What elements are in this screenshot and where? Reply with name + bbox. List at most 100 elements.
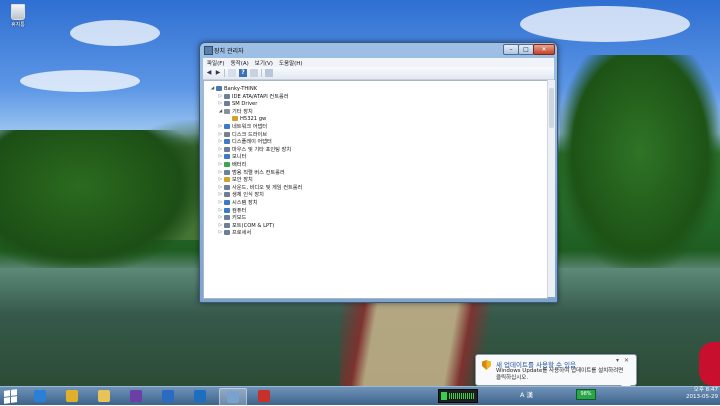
window-title: 장치 관리자 — [214, 48, 244, 55]
tree-node[interactable]: ▷ 범용 직렬 버스 컨트롤러 — [218, 169, 285, 176]
tree-node[interactable]: ▷ 프로세서 — [218, 229, 251, 236]
tree-node[interactable]: ▷ 배터리 — [218, 161, 246, 168]
system-clock[interactable]: 오후 8:47 2013-05-29 — [674, 387, 718, 401]
tree-node[interactable]: ▷ 보안 장치 — [218, 176, 253, 183]
side-badge[interactable]: Simplenote — [699, 342, 720, 386]
vertical-scrollbar[interactable] — [547, 80, 555, 297]
tree-node[interactable]: ▷ 모니터 — [218, 153, 246, 160]
device-manager-window[interactable]: 장치 관리자 – □ ✕ 파일(F) 동작(A) 보기(V) 도움말(H) ◀ … — [199, 42, 558, 303]
device-category-icon — [224, 139, 230, 145]
expand-arrow-icon[interactable]: ▷ — [218, 101, 223, 106]
taskbar-app-button[interactable] — [27, 388, 53, 404]
expand-arrow-icon[interactable]: ▷ — [218, 192, 223, 197]
expand-arrow-icon[interactable]: ▷ — [218, 94, 223, 99]
tree-node[interactable]: ▷ 네트워크 어댑터 — [218, 123, 267, 130]
recycle-bin-label: 휴지통 — [11, 22, 25, 28]
expand-arrow-icon[interactable]: ▷ — [218, 132, 223, 137]
scan-icon[interactable] — [250, 69, 258, 77]
expand-arrow-icon[interactable]: ▷ — [218, 124, 223, 129]
device-category-icon — [224, 177, 230, 183]
expand-arrow-icon[interactable]: ▷ — [218, 223, 223, 228]
maximize-button[interactable]: □ — [518, 44, 534, 55]
tree-node[interactable]: ▷ 시스템 장치 — [218, 199, 258, 206]
menu-action[interactable]: 동작(A) — [231, 59, 249, 67]
menu-help[interactable]: 도움말(H) — [279, 59, 303, 67]
tree-node[interactable]: ▷ 디스크 드라이브 — [218, 131, 267, 138]
device-category-icon — [224, 169, 230, 175]
taskbar-app-button[interactable] — [59, 388, 85, 404]
device-category-icon — [232, 116, 238, 122]
hardware-changes-icon[interactable] — [265, 69, 273, 77]
notification-close-button[interactable]: ✕ — [624, 357, 629, 364]
start-button[interactable] — [3, 389, 17, 404]
taskbar-app-button[interactable] — [187, 388, 213, 404]
ime-indicator[interactable]: A 漢 — [520, 389, 533, 399]
minimize-button[interactable]: – — [503, 44, 519, 55]
tree-node[interactable]: ▷ 디스플레이 어댑터 — [218, 138, 272, 145]
tree-node-label: 마우스 및 기타 포인팅 장치 — [232, 146, 292, 153]
expand-arrow-icon[interactable]: ▷ — [218, 208, 223, 213]
tree-node-label: 시스템 장치 — [232, 200, 258, 206]
taskbar-app-button[interactable] — [219, 388, 247, 406]
device-manager-icon — [227, 391, 239, 403]
device-category-icon — [224, 124, 230, 129]
forward-icon[interactable]: ▶ — [214, 69, 222, 77]
tree-node[interactable]: ▷ 키보드 — [218, 214, 246, 221]
scrollbar-thumb[interactable] — [549, 88, 554, 128]
taskbar-app-button[interactable] — [251, 388, 277, 404]
notification-options-icon[interactable]: ▾ — [616, 357, 619, 364]
tree-root[interactable]: ◢ Banky-THINK — [210, 85, 257, 92]
vs-icon — [130, 390, 142, 402]
title-bar[interactable]: 장치 관리자 – □ ✕ — [200, 43, 557, 57]
tree-node[interactable]: ▷ 마우스 및 기타 포인팅 장치 — [218, 146, 291, 153]
menu-file[interactable]: 파일(F) — [207, 59, 225, 67]
expand-arrow-icon[interactable]: ▷ — [218, 162, 223, 167]
expand-arrow-icon[interactable]: ▷ — [218, 177, 223, 182]
taskbar-app-button[interactable] — [123, 388, 149, 404]
update-notification[interactable]: 새 업데이트를 사용할 수 있음 Windows Update를 사용하여 업데… — [475, 354, 637, 390]
expand-arrow-icon[interactable]: ▷ — [218, 200, 223, 205]
tree-node-label: 보안 장치 — [232, 177, 253, 184]
expand-arrow-icon[interactable]: ◢ — [218, 109, 223, 114]
device-category-icon — [224, 230, 230, 236]
taskbar-app-button[interactable] — [91, 388, 117, 404]
tree-node[interactable]: ▷ 컴퓨터 — [218, 207, 246, 214]
expand-arrow-icon[interactable]: ▷ — [218, 185, 223, 190]
tree-node-label: 키보드 — [232, 215, 247, 222]
tree-node[interactable]: ▷ 사운드, 비디오 및 게임 컨트롤러 — [218, 184, 302, 191]
taskbar-app-button[interactable] — [155, 388, 181, 404]
tree-node[interactable]: ◢ 기타 장치 — [218, 108, 253, 115]
expand-arrow-icon[interactable]: ▷ — [218, 147, 223, 152]
expand-arrow-icon[interactable]: ▷ — [218, 215, 223, 220]
expand-arrow-icon[interactable]: ▷ — [218, 170, 223, 175]
close-button[interactable]: ✕ — [533, 44, 555, 55]
app-red-icon — [258, 390, 270, 402]
help-icon[interactable]: ? — [239, 69, 247, 77]
network-meter-widget[interactable] — [438, 389, 478, 403]
clock-date: 2013-05-29 — [686, 394, 718, 400]
trees-left — [0, 130, 200, 270]
clock-time: 오후 8:47 — [693, 387, 718, 393]
network-meter-icon — [441, 392, 447, 400]
tree-node[interactable]: H5321 gw — [226, 115, 266, 122]
back-icon[interactable]: ◀ — [205, 69, 213, 77]
recycle-bin-shortcut[interactable]: 휴지통 — [6, 4, 30, 28]
collapse-arrow-icon[interactable]: ◢ — [210, 86, 215, 91]
properties-icon[interactable] — [228, 69, 236, 77]
tree-node[interactable]: ▷ SM Driver — [218, 100, 258, 107]
tree-node-label: 사운드, 비디오 및 게임 컨트롤러 — [232, 184, 303, 191]
battery-indicator[interactable]: 98% — [576, 389, 596, 400]
menu-view[interactable]: 보기(V) — [255, 59, 273, 67]
tree-node[interactable]: ▷ 포트(COM & LPT) — [218, 222, 274, 229]
tree-node[interactable]: ▷ IDE ATA/ATAPI 컨트롤러 — [218, 93, 289, 100]
toolbar-separator — [224, 69, 225, 77]
expand-arrow-icon[interactable]: ▷ — [218, 139, 223, 144]
tree-node-label: 디스크 드라이브 — [232, 131, 268, 138]
expand-arrow-icon[interactable]: ▷ — [218, 230, 223, 235]
notification-body[interactable]: Windows Update를 사용하여 업데이트를 설치하려면 클릭하십시오. — [496, 368, 626, 382]
device-tree-pane[interactable]: ◢ Banky-THINK ▷ IDE ATA/ATAPI 컨트롤러 ▷ SM Drive… — [203, 80, 548, 299]
explorer-icon — [98, 390, 110, 402]
device-category-icon — [224, 222, 230, 228]
expand-arrow-icon[interactable]: ▷ — [218, 154, 223, 159]
tree-node[interactable]: ▷ 생체 인식 장치 — [218, 191, 264, 198]
